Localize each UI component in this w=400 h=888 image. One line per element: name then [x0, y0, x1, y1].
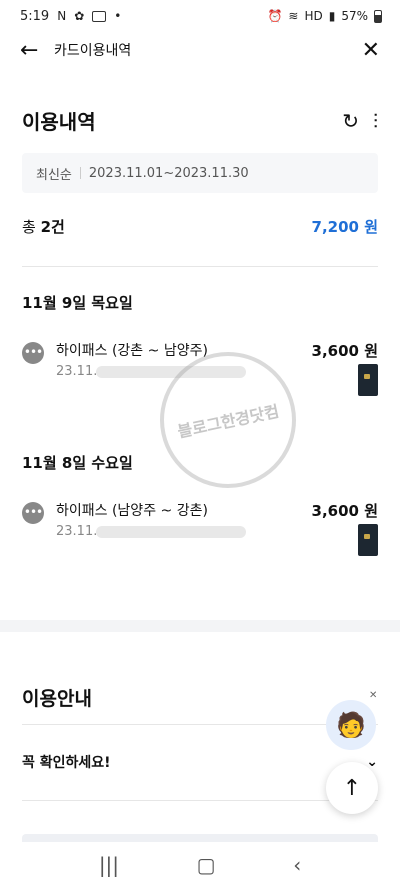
chatbot-avatar[interactable]: 🧑	[326, 700, 376, 750]
transaction-item[interactable]: ••• 하이패스 (남양주 ~ 강촌) 23.11. 3,600 원	[22, 496, 378, 556]
arrow-up-icon[interactable]: ↑	[326, 762, 378, 814]
total-amount: 7,200 원	[311, 218, 378, 236]
divider	[79, 167, 81, 179]
masked-detail	[96, 526, 246, 538]
info-title: 이용안내	[22, 688, 92, 710]
section-separator	[0, 620, 400, 632]
sliders-icon[interactable]: ⫶	[373, 109, 378, 133]
mail-icon	[92, 10, 107, 22]
filter-bar[interactable]: 최신순 2023.11.01~2023.11.30	[22, 153, 378, 193]
wifi-icon: ≋	[288, 9, 299, 23]
divider	[22, 724, 378, 725]
transaction-date: 23.11.	[56, 364, 98, 379]
close-icon[interactable]: ✕	[362, 38, 380, 63]
close-icon[interactable]: ✕	[369, 690, 377, 701]
period-label: 2023.11.01~2023.11.30	[88, 165, 249, 181]
status-bar: 5:19 N ✿ • ⏰ ≋ HD ▮ 57%	[0, 0, 400, 32]
section-title: 이용내역	[22, 110, 96, 134]
sort-label: 최신순	[36, 167, 72, 183]
card-icon	[358, 524, 378, 556]
total-count: 2건	[40, 218, 65, 236]
divider	[22, 800, 378, 801]
more-dots-icon[interactable]: •••	[22, 342, 44, 364]
bottom-card	[22, 834, 378, 842]
transaction-date: 23.11.	[56, 524, 98, 539]
merchant-name: 하이패스 (강촌 ~ 남양주)	[56, 343, 208, 359]
flower-icon: ✿	[74, 9, 85, 23]
transaction-amount: 3,600 원	[311, 502, 378, 520]
card-icon	[358, 364, 378, 396]
page-title: 카드이용내역	[54, 43, 132, 59]
signal-icon: ▮	[328, 9, 336, 23]
recents-icon[interactable]: |||	[99, 853, 119, 877]
transaction-amount: 3,600 원	[311, 342, 378, 360]
dot-icon: •	[114, 9, 122, 23]
back-nav-icon[interactable]: ‹	[293, 853, 301, 877]
notice-label: 꼭 확인하세요!	[22, 755, 111, 771]
watermark-text: 블로그한경닷컴	[175, 401, 281, 442]
status-time: 5:19	[20, 8, 50, 24]
battery-percent: 57%	[341, 9, 368, 23]
total-label: 총	[22, 218, 36, 236]
battery-icon	[374, 9, 382, 23]
total-summary: 총 2건 7,200 원	[22, 216, 378, 237]
network-type: HD	[304, 9, 323, 23]
refresh-icon[interactable]: ↻	[342, 109, 359, 133]
notice-accordion[interactable]: 꼭 확인하세요! ⌄	[22, 752, 378, 772]
app-bar: ← 카드이용내역 ✕	[0, 32, 400, 68]
alarm-icon: ⏰	[267, 9, 283, 23]
divider	[22, 266, 378, 267]
app-n-icon: N	[57, 9, 67, 23]
more-dots-icon[interactable]: •••	[22, 502, 44, 524]
merchant-name: 하이패스 (남양주 ~ 강촌)	[56, 503, 208, 519]
history-header: 이용내역 ↻ ⫶	[22, 106, 378, 135]
day-title: 11월 9일 목요일	[22, 294, 133, 312]
back-icon[interactable]: ←	[20, 38, 48, 63]
day-title: 11월 8일 수요일	[22, 454, 133, 472]
system-nav-bar: ||| ▢ ‹	[0, 842, 400, 888]
home-icon[interactable]: ▢	[197, 853, 216, 877]
